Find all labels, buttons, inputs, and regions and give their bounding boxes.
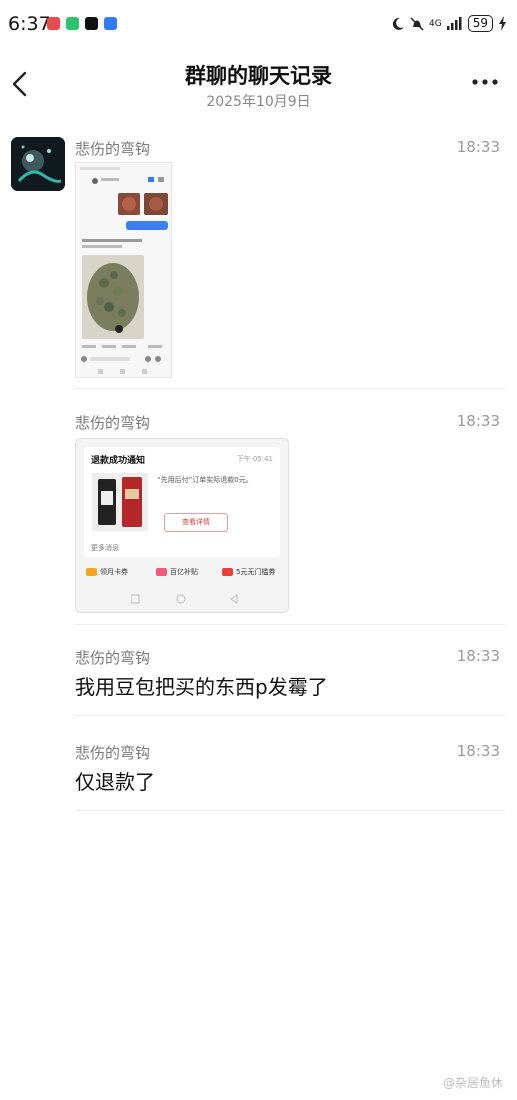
blue-app-icon (104, 17, 117, 30)
red-app-icon (47, 17, 60, 30)
more-options-icon[interactable] (471, 76, 499, 88)
moon-icon (392, 17, 405, 30)
sender-name: 悲伤的弯钩 (75, 744, 151, 762)
signal-icon (446, 17, 462, 30)
battery-indicator: 59 (467, 15, 493, 32)
status-time: 6:37 (8, 13, 51, 35)
sender-name: 悲伤的弯钩 (75, 649, 151, 667)
refund-notification-image[interactable]: 退款成功通知 下午 05:41 “先用后付”订单实际退款0元。 查看详情 更多消… (75, 438, 289, 613)
page-title: 群聊的聊天记录 (185, 64, 332, 88)
refund-card: 退款成功通知 下午 05:41 “先用后付”订单实际退款0元。 查看详情 更多消… (84, 447, 280, 557)
charging-icon (499, 16, 506, 31)
tiktok-icon (85, 17, 98, 30)
refund-title: 退款成功通知 (91, 456, 146, 466)
view-details-button: 查看详情 (164, 513, 228, 532)
coupon-label: 5元无门槛券 (236, 568, 276, 576)
coupon-3: 5元无门槛券 (222, 567, 275, 577)
sender-name: 悲伤的弯钩 (75, 414, 151, 432)
coupon-1: 领月卡券 (86, 567, 128, 577)
status-indicators: 4G 59 (391, 15, 507, 32)
product-photo (92, 473, 148, 531)
message-divider (75, 810, 505, 811)
sender-avatar[interactable] (11, 137, 65, 191)
message-time: 18:33 (456, 138, 500, 156)
watermark: @杂居鱼休 (442, 1076, 503, 1090)
message-divider (75, 624, 505, 625)
message-4: 悲伤的弯钩 18:33 仅退款了 (75, 742, 505, 802)
coupon-label: 领月卡券 (100, 568, 128, 576)
message-time: 18:33 (456, 412, 500, 430)
voucher-icon (222, 568, 233, 576)
page-date: 2025年10月9日 (206, 94, 311, 110)
network-label: 4G (429, 18, 442, 29)
refund-time: 下午 05:41 (236, 455, 273, 463)
message-time: 18:33 (456, 742, 500, 760)
message-text[interactable]: 我用豆包把买的东西p发霉了 (75, 671, 328, 700)
subsidy-icon (156, 568, 167, 576)
more-messages-label: 更多消息 (91, 544, 119, 552)
refund-description: “先用后付”订单实际退款0元。 (157, 476, 253, 484)
message-divider (75, 715, 505, 716)
coupon-label: 百亿补贴 (170, 568, 198, 576)
coupon-icon (86, 568, 97, 576)
message-time: 18:33 (456, 647, 500, 665)
coupon-2: 百亿补贴 (156, 567, 198, 577)
status-bar: 6:37 4G 59 (0, 0, 517, 52)
message-divider (75, 388, 505, 389)
wechat-icon (66, 17, 79, 30)
message-3: 悲伤的弯钩 18:33 我用豆包把买的东西p发霉了 (75, 647, 505, 707)
sender-name: 悲伤的弯钩 (75, 140, 151, 158)
mute-icon (410, 16, 424, 31)
nav-bar-icons (131, 594, 238, 604)
message-text[interactable]: 仅退款了 (75, 766, 155, 795)
chat-screenshot-image[interactable] (75, 162, 172, 378)
message-2: 悲伤的弯钩 18:33 退款成功通知 下午 05:41 “先用后付”订单实际退款… (75, 412, 505, 617)
message-1: 悲伤的弯钩 18:33 (75, 138, 505, 383)
